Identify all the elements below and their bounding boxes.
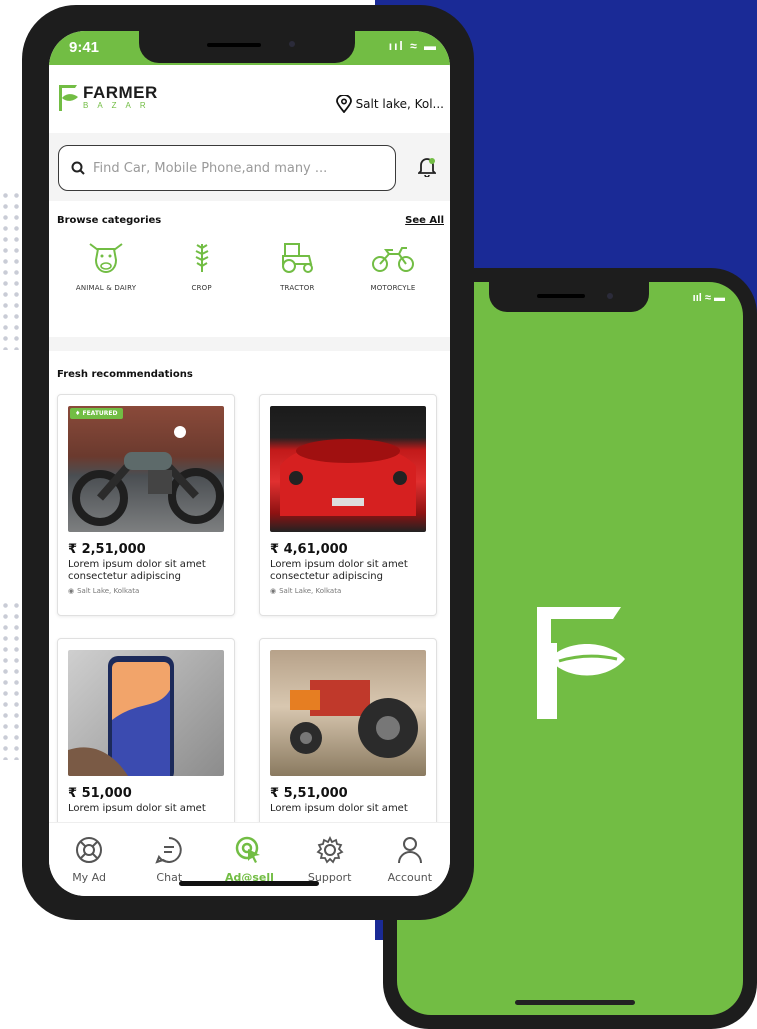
see-all-link[interactable]: See All: [405, 215, 444, 226]
tab-support[interactable]: Support: [295, 835, 365, 896]
listing-price: ₹ 4,61,000: [270, 542, 348, 557]
listing-card[interactable]: ♦ FEATURED ₹ 2,51,000 Lorem ipsum dolor …: [57, 394, 235, 616]
brand-logo[interactable]: FARMER BAZAR: [59, 83, 158, 111]
search-placeholder: Find Car, Mobile Phone,and many ...: [93, 160, 328, 176]
tab-chat[interactable]: Chat: [134, 835, 204, 896]
listing-price: ₹ 2,51,000: [68, 542, 146, 557]
tab-account[interactable]: Account: [375, 835, 445, 896]
categories-heading: Browse categories: [57, 215, 162, 226]
recommendations-heading: Fresh recommendations: [57, 369, 193, 380]
location-pin-icon: ◉: [270, 587, 277, 595]
category-tractor[interactable]: TRACTOR: [252, 240, 342, 292]
user-icon: [397, 837, 422, 864]
click-icon: [236, 836, 261, 863]
motorcycle-photo: ♦ FEATURED: [68, 406, 224, 532]
category-crop[interactable]: CROP: [157, 240, 247, 292]
search-area: Find Car, Mobile Phone,and many ...: [49, 133, 450, 201]
listing-description: Lorem ipsum dolor sit amet: [270, 803, 408, 814]
phone-photo: [68, 650, 224, 776]
tab-label: My Ad: [72, 871, 106, 884]
category-label: CROP: [191, 284, 212, 292]
app-header: FARMER BAZAR Salt lake, Kol...: [49, 65, 450, 133]
search-input[interactable]: Find Car, Mobile Phone,and many ...: [58, 145, 396, 191]
category-motorcycle[interactable]: MOTORCYLE: [348, 240, 438, 292]
lifebuoy-icon: [76, 837, 103, 863]
listing-description: Lorem ipsum dolor sit amet consectetur a…: [68, 559, 206, 582]
farmer-bazar-logo-icon: [59, 85, 78, 111]
brand-name: FARMER: [83, 83, 158, 102]
notification-bell-icon[interactable]: [416, 157, 438, 181]
listing-description: Lorem ipsum dolor sit amet consectetur a…: [270, 559, 408, 582]
status-icons: ııl ≈ ▬: [692, 292, 725, 304]
status-bar: 9:41 ııl ≈ ▬: [49, 31, 450, 65]
location-pin-icon: ◉: [68, 587, 75, 595]
red-car-photo: [270, 406, 426, 532]
notch: [139, 31, 355, 63]
category-label: MOTORCYLE: [370, 284, 416, 292]
recommendations-section: Fresh recommendations ♦ FEATURED ₹ 2,51,…: [49, 351, 450, 860]
tractor-photo: [270, 650, 426, 776]
chat-icon: [155, 837, 182, 864]
section-divider: [49, 337, 450, 351]
cow-icon: [89, 243, 123, 274]
motorcycle-icon: [371, 247, 414, 272]
listing-location: ◉ Salt Lake, Kolkata: [68, 587, 140, 595]
category-label: ANIMAL & DAIRY: [75, 284, 137, 292]
farmer-bazar-logo-icon: [537, 607, 627, 726]
notch: [489, 282, 649, 312]
category-label: TRACTOR: [280, 284, 315, 292]
clock: 9:41: [69, 39, 100, 56]
tab-my-ad[interactable]: My Ad: [54, 835, 124, 896]
brand-subname: BAZAR: [83, 101, 155, 110]
featured-badge: ♦ FEATURED: [70, 408, 123, 419]
home-screen: 9:41 ııl ≈ ▬ FARMER BAZAR Salt lake, Kol…: [49, 31, 450, 896]
search-icon: [71, 161, 85, 175]
tab-label: Account: [387, 871, 433, 884]
listing-description: Lorem ipsum dolor sit amet: [68, 803, 206, 814]
listing-card[interactable]: ₹ 4,61,000 Lorem ipsum dolor sit amet co…: [259, 394, 437, 616]
tab-ad-sell[interactable]: Ad@sell: [214, 835, 284, 896]
wheat-icon: [195, 244, 209, 272]
home-indicator: [179, 881, 319, 886]
signal-wifi-battery-icon: ııl ≈ ▬: [388, 39, 438, 53]
location-pin-icon: [335, 95, 352, 113]
gear-icon: [316, 835, 344, 864]
listing-price: ₹ 51,000: [68, 786, 132, 801]
listing-location: ◉ Salt Lake, Kolkata: [270, 587, 342, 595]
home-phone: 9:41 ııl ≈ ▬ FARMER BAZAR Salt lake, Kol…: [22, 5, 474, 920]
home-indicator: [515, 1000, 635, 1005]
category-animal-dairy[interactable]: ANIMAL & DAIRY: [61, 240, 151, 292]
tractor-icon: [282, 243, 314, 273]
categories-section: Browse categories See All ANIMAL & DAIRY: [49, 201, 450, 337]
location-text: Salt lake, Kol...: [355, 97, 444, 111]
listing-price: ₹ 5,51,000: [270, 786, 348, 801]
location-selector[interactable]: Salt lake, Kol...: [335, 95, 444, 113]
